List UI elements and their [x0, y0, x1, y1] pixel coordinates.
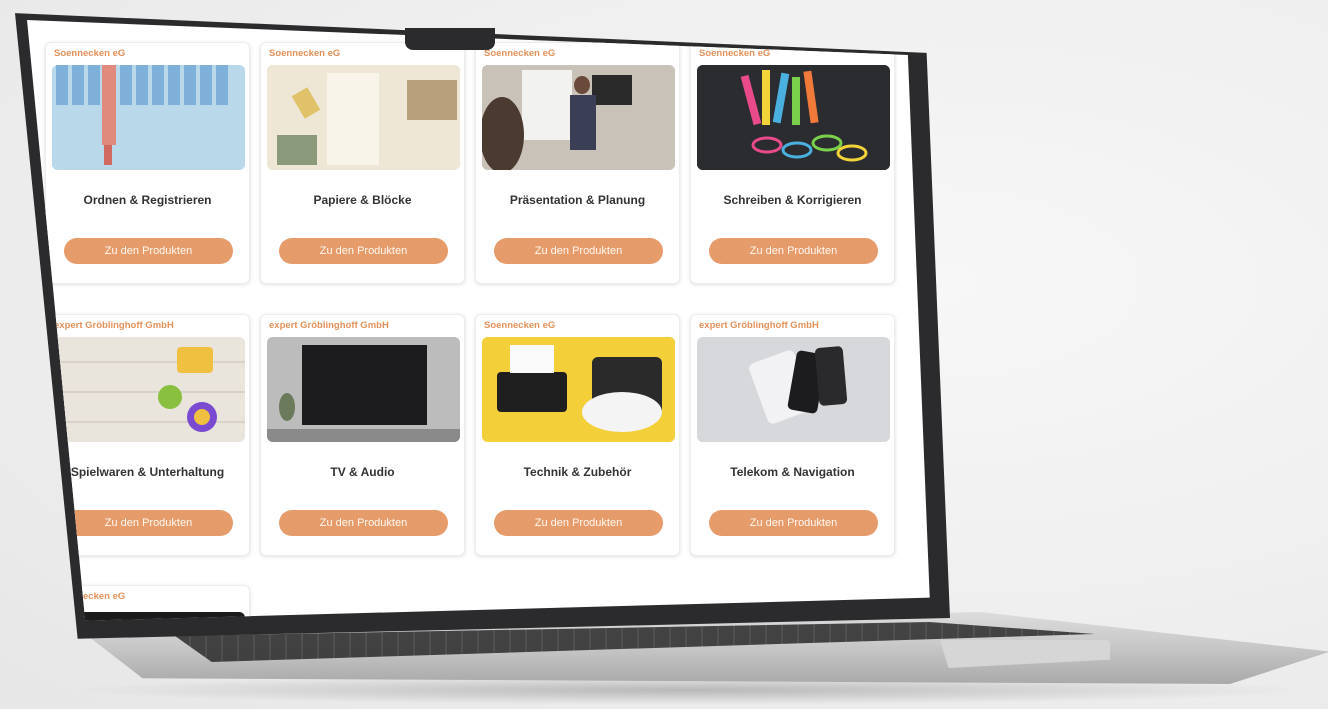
category-title: Papiere & Blöcke — [313, 193, 412, 207]
to-products-button[interactable]: Zu den Produkten — [64, 509, 233, 536]
category-card: Soennecken eG — [45, 42, 250, 284]
presentation-image[interactable] — [482, 65, 675, 170]
category-card: Soennecken eG Papiere & Blöcke Zu den Pr… — [260, 42, 465, 284]
camera-notch — [405, 28, 495, 50]
to-products-button[interactable]: Zu den Produkten — [279, 238, 448, 264]
laptop-mockup: Soennecken eG Ordnen & Registrieren Zu d… — [0, 0, 1328, 709]
category-title: Telekom & Navigation — [730, 464, 855, 479]
category-card: expert Gröblinghoff GmbH Telekom & Navig… — [690, 313, 895, 556]
laptop-screen: Soennecken eG Ordnen & Registrieren Zu d… — [27, 20, 930, 621]
category-title: Ordnen & Registrieren — [83, 193, 212, 207]
paper-image[interactable] — [267, 65, 460, 170]
category-card: expert Gröblinghoff GmbH TV & Audio Zu d… — [260, 313, 465, 556]
category-card: Soennecken eG — [690, 42, 895, 284]
category-card: Soennecken eG Präsentation & Planung Zu … — [475, 42, 680, 284]
to-products-button[interactable]: Zu den Produkten — [494, 509, 663, 536]
seller-name: Soennecken eG — [54, 48, 126, 59]
toys-image[interactable] — [52, 336, 245, 442]
seller-name: Soennecken eG — [484, 48, 556, 59]
to-products-button[interactable]: Zu den Produkten — [709, 509, 878, 536]
seller-name: expert Gröblinghoff GmbH — [699, 319, 819, 331]
category-title: TV & Audio — [330, 464, 395, 479]
product-category-grid: Soennecken eG Ordnen & Registrieren Zu d… — [45, 42, 915, 621]
category-title: Spielwaren & Unterhaltung — [70, 464, 225, 479]
category-card: Soennecken eG Technik & Zubehör Zu den P… — [475, 313, 680, 556]
category-title: Schreiben & Korrigieren — [723, 193, 862, 207]
seller-name: Soennecken eG — [269, 48, 341, 59]
category-title: Präsentation & Planung — [509, 193, 646, 207]
category-card: expert Gröblinghoff GmbH Spielwaren & Un… — [45, 313, 250, 556]
binders-image[interactable] — [52, 65, 245, 170]
seller-name: Soennecken eG — [484, 319, 556, 331]
shredder-image[interactable] — [482, 336, 675, 442]
tv-image[interactable] — [267, 336, 460, 442]
seller-name: Soennecken eG — [54, 591, 126, 603]
to-products-button[interactable]: Zu den Produkten — [64, 238, 233, 264]
to-products-button[interactable]: Zu den Produkten — [709, 238, 878, 264]
category-title: Technik & Zubehör — [523, 464, 632, 479]
seller-name: expert Gröblinghoff GmbH — [54, 319, 174, 331]
to-products-button[interactable]: Zu den Produkten — [494, 238, 663, 264]
seller-name: expert Gröblinghoff GmbH — [269, 319, 389, 331]
pens-image[interactable] — [697, 65, 890, 170]
phones-image[interactable] — [697, 336, 890, 442]
to-products-button[interactable]: Zu den Produkten — [279, 509, 448, 536]
seller-name: Soennecken eG — [699, 48, 771, 59]
